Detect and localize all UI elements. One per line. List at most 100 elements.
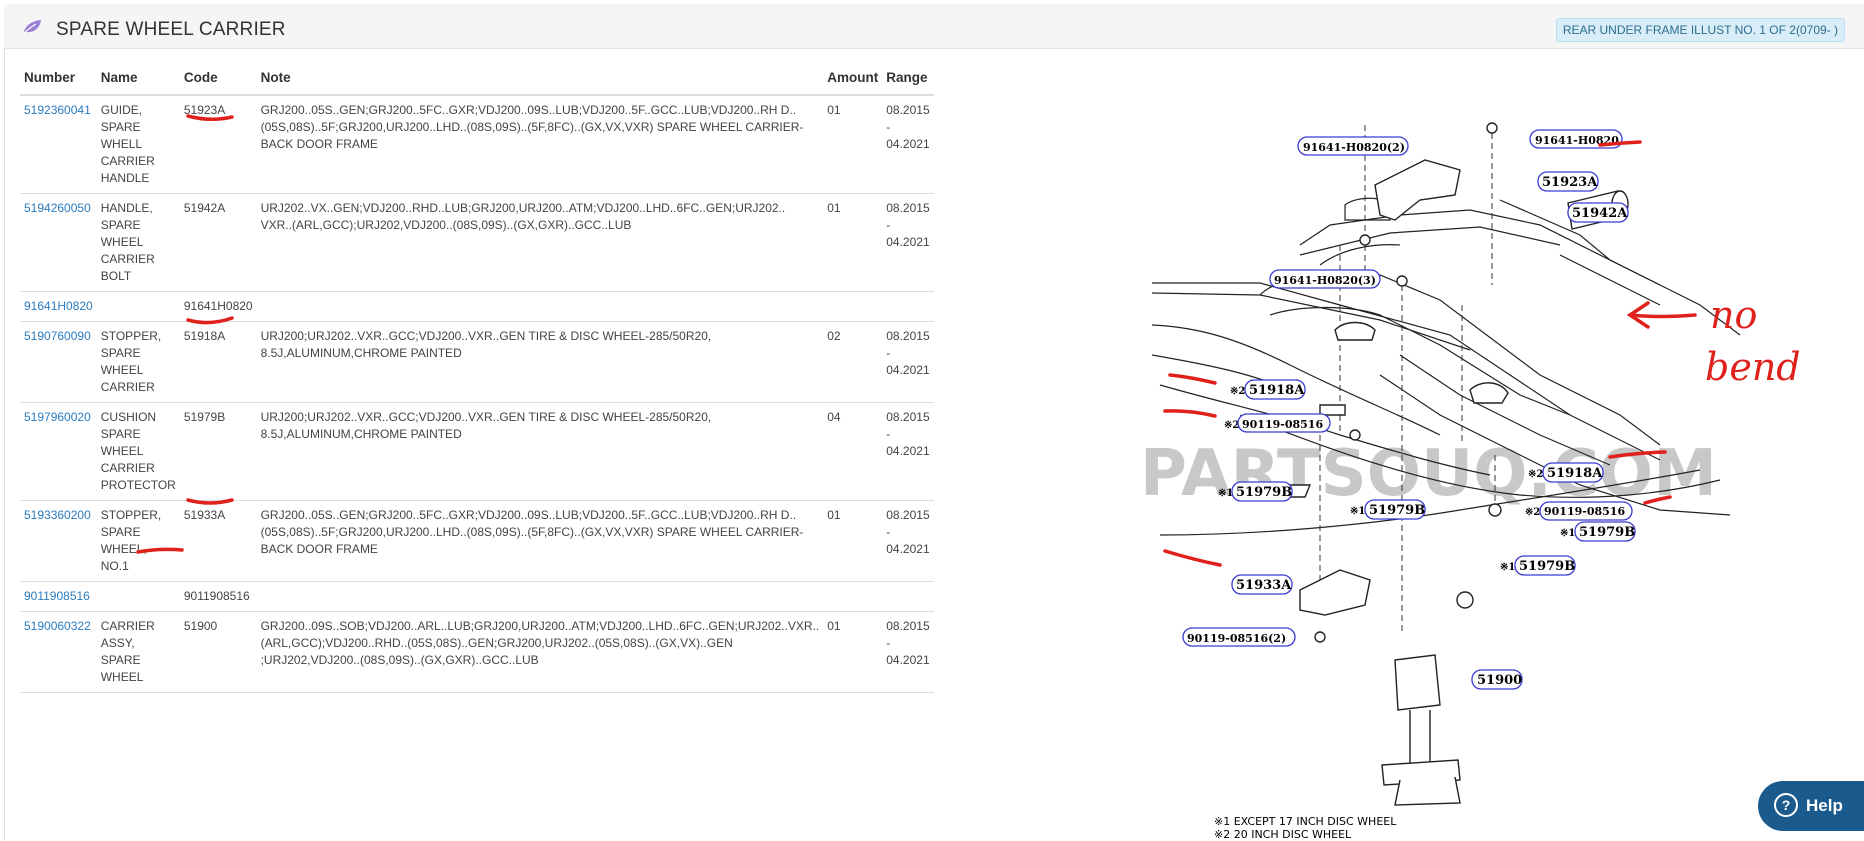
prefix-mark-2: ※2: [1525, 507, 1540, 518]
part-number-link[interactable]: 5194260050: [24, 201, 91, 215]
illust-badge: REAR UNDER FRAME ILLUST NO. 1 OF 2(0709-…: [1555, 18, 1845, 42]
diagram-label: 91641-H0820(2): [1303, 141, 1405, 154]
part-code: 51923A: [179, 95, 257, 194]
diagram-label: 51979B: [1579, 525, 1635, 540]
part-note: GRJ200..09S..SOB;VDJ200..ARL..LUB;GRJ200…: [256, 611, 824, 693]
part-amount: [823, 581, 883, 612]
part-name: [96, 581, 180, 612]
table-header-row: Number Name Code Note Amount Range: [20, 62, 934, 96]
diagram-footnotes: ※1 EXCEPT 17 INCH DISC WHEEL ※2 20 INCH …: [1214, 815, 1396, 841]
column-header-name[interactable]: Name: [96, 62, 180, 96]
prefix-mark-2: ※2: [1528, 469, 1543, 480]
part-number-link[interactable]: 5190060322: [24, 619, 91, 633]
diagram-label: 51923A: [1542, 175, 1598, 190]
prefix-mark-1: ※1: [1500, 562, 1515, 573]
prefix-mark-1: ※1: [1560, 528, 1575, 539]
part-range: 08.2015 - 04.2021: [882, 500, 934, 582]
diagram-label: 90119-08516: [1242, 418, 1323, 431]
part-code: 51979B: [179, 402, 257, 501]
column-header-note[interactable]: Note: [256, 62, 824, 96]
diagram-label: 91641-H0820(3): [1274, 274, 1376, 287]
table-row[interactable]: 91641H0820 91641H0820: [20, 291, 934, 322]
diagram-label: 51918A: [1547, 466, 1603, 481]
part-name: [96, 291, 180, 322]
prefix-mark-2: ※2: [1230, 386, 1245, 397]
prefix-mark-1: ※1: [1350, 506, 1365, 517]
page-header: SPARE WHEEL CARRIER REAR UNDER FRAME ILL…: [4, 4, 1864, 49]
table-row[interactable]: 5192360041 GUIDE, SPARE WHELL CARRIER HA…: [20, 95, 934, 194]
diagram-label: 51900: [1477, 673, 1522, 688]
part-name: CARRIER ASSY, SPARE WHEEL: [96, 611, 180, 693]
arrow-mark: [1628, 313, 1697, 319]
part-range: 08.2015 - 04.2021: [882, 95, 934, 194]
table-row[interactable]: 5193360200 STOPPER, SPARE WHEEL, NO.1 51…: [20, 500, 934, 582]
parts-table: Number Name Code Note Amount Range 51923…: [20, 62, 934, 693]
question-icon: ?: [1774, 792, 1798, 817]
stopper-part-shape: [1334, 321, 1376, 341]
part-range: [882, 581, 934, 612]
part-note: [256, 581, 824, 612]
table-row[interactable]: 5194260050 HANDLE, SPARE WHEEL CARRIER B…: [20, 193, 934, 292]
part-note: URJ200;URJ202..VXR..GCC;VDJ200..VXR..GEN…: [256, 321, 824, 403]
cushion-part-shape: [1319, 404, 1346, 416]
part-number-link[interactable]: 5197960020: [24, 410, 91, 424]
part-range: 08.2015 - 04.2021: [882, 193, 934, 292]
part-amount: 01: [823, 611, 883, 693]
footnote: ※2 20 INCH DISC WHEEL: [1214, 828, 1352, 841]
part-name: GUIDE, SPARE WHELL CARRIER HANDLE: [96, 95, 180, 194]
part-note: GRJ200..05S..GEN;GRJ200..5FC..GXR;VDJ200…: [256, 95, 824, 194]
handwritten-note: no bend: [1705, 293, 1801, 389]
table-row[interactable]: 9011908516 9011908516: [20, 581, 934, 612]
help-button[interactable]: ? Help: [1758, 781, 1864, 831]
table-row[interactable]: 5190060322 CARRIER ASSY, SPARE WHEEL 519…: [20, 611, 934, 693]
column-header-number[interactable]: Number: [20, 62, 97, 96]
part-note: GRJ200..05S..GEN;GRJ200..5FC..GXR;VDJ200…: [256, 500, 824, 582]
part-amount: 04: [823, 402, 883, 501]
guide-part-shape: [1374, 159, 1461, 221]
part-code: 51918A: [179, 321, 257, 403]
prefix-mark-1: ※1: [1218, 488, 1233, 499]
part-amount: 01: [823, 95, 883, 194]
stopper-no1-part-shape: [1299, 569, 1371, 616]
prefix-mark-2: ※2: [1224, 420, 1239, 431]
part-number-link[interactable]: 5193360200: [24, 508, 91, 522]
part-note: URJ200;URJ202..VXR..GCC;VDJ200..VXR..GEN…: [256, 402, 824, 501]
part-code: 51900: [179, 611, 257, 693]
part-number-link[interactable]: 9011908516: [24, 589, 90, 603]
part-code: 9011908516: [179, 581, 257, 612]
part-number-link[interactable]: 5192360041: [24, 103, 91, 117]
carrier-part-shape: [1394, 654, 1441, 711]
part-number-link[interactable]: 91641H0820: [24, 299, 93, 313]
diagram-label: 51918A: [1249, 383, 1305, 398]
part-note: [256, 291, 824, 322]
leaf-icon: [21, 20, 41, 36]
diagram-label: 51979B: [1519, 559, 1575, 574]
part-range: 08.2015 - 04.2021: [882, 611, 934, 693]
part-code: 51933A: [179, 500, 257, 582]
diagram-label: 51942A: [1572, 206, 1628, 221]
diagram-label: 90119-08516: [1544, 505, 1625, 518]
part-number-link[interactable]: 5190760090: [24, 329, 91, 343]
diagram-label: 90119-08516(2): [1187, 632, 1286, 645]
part-amount: 01: [823, 500, 883, 582]
column-header-code[interactable]: Code: [179, 62, 257, 96]
part-name: HANDLE, SPARE WHEEL CARRIER BOLT: [96, 193, 180, 292]
part-code: 91641H0820: [179, 291, 257, 322]
table-row[interactable]: 5190760090 STOPPER, SPARE WHEEL CARRIER …: [20, 321, 934, 403]
parts-diagram: PARTSOUQ.COM 91641-H0820(2) 91641-H0820 …: [1140, 122, 1801, 806]
column-header-amount[interactable]: Amount: [823, 62, 883, 96]
diagram-label: 51979B: [1369, 503, 1425, 518]
part-name: STOPPER, SPARE WHEEL, NO.1: [96, 500, 180, 582]
part-amount: [823, 291, 883, 322]
stopper-part-shape: [1469, 382, 1509, 404]
table-row[interactable]: 5197960020 CUSHION SPARE WHEEL CARRIER P…: [20, 402, 934, 501]
diagram-label: 51979B: [1236, 485, 1292, 500]
page-title: SPARE WHEEL CARRIER: [56, 19, 286, 40]
footnote: ※1 EXCEPT 17 INCH DISC WHEEL: [1214, 815, 1397, 828]
part-range: 08.2015 - 04.2021: [882, 402, 934, 501]
column-header-range[interactable]: Range: [882, 62, 934, 96]
diagram-label: 51933A: [1236, 578, 1292, 593]
part-amount: 01: [823, 193, 883, 292]
part-range: 08.2015 - 04.2021: [882, 321, 934, 403]
part-name: CUSHION SPARE WHEEL CARRIER PROTECTOR: [96, 402, 180, 501]
